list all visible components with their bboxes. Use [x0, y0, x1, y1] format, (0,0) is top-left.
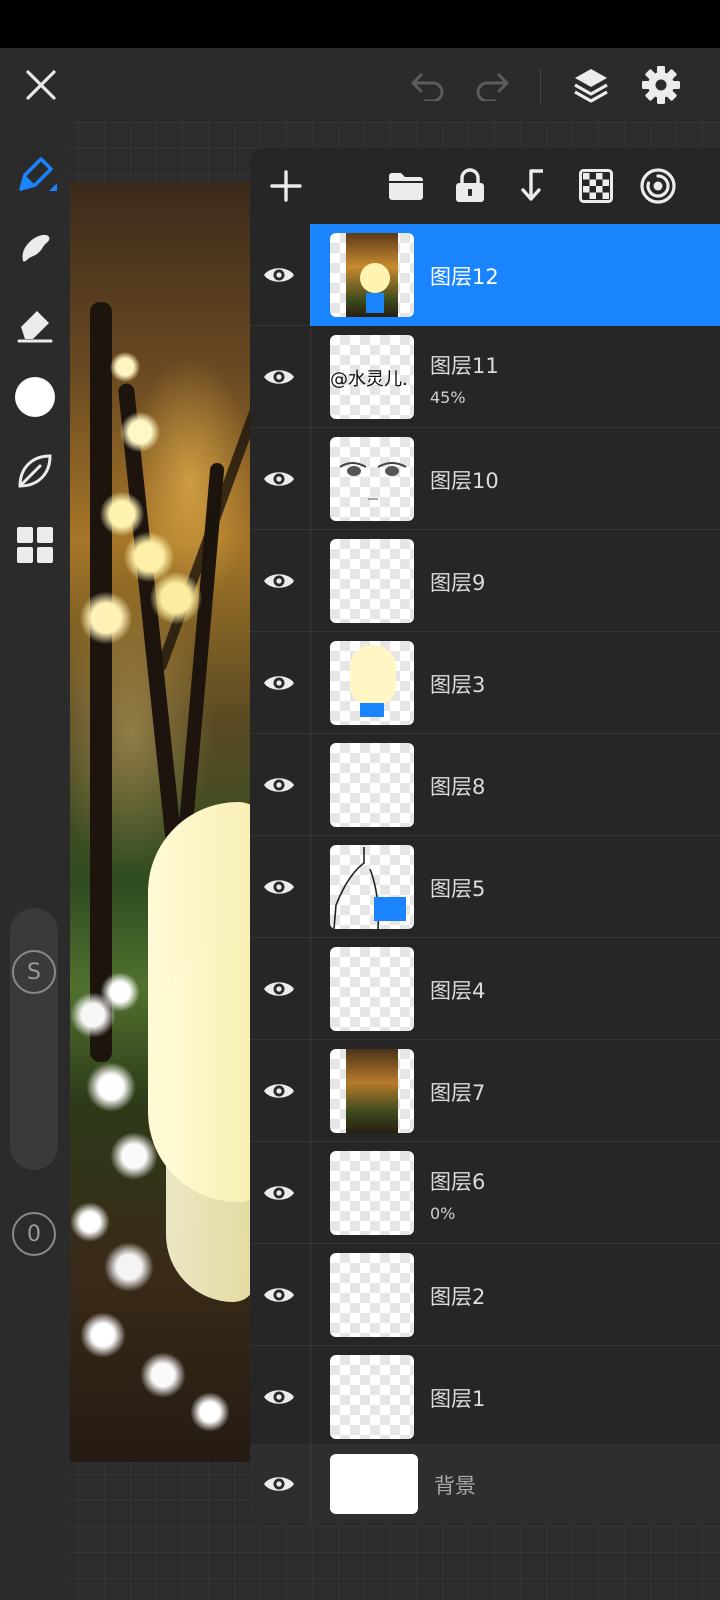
- layer-name: 图层8: [430, 775, 486, 799]
- layer-row[interactable]: 图层4: [250, 938, 720, 1040]
- layer-thumbnail: [330, 743, 414, 827]
- layer-thumbnail: [330, 233, 414, 317]
- eye-icon[interactable]: [258, 1464, 300, 1504]
- layer-row[interactable]: 图层6 0%: [250, 1142, 720, 1244]
- layer-name: 图层4: [430, 979, 486, 1003]
- eye-icon[interactable]: [258, 357, 300, 397]
- row-divider: [310, 1040, 311, 1142]
- eye-icon[interactable]: [258, 1071, 300, 1111]
- row-divider: [310, 1142, 311, 1244]
- layer-opacity: 0%: [430, 1204, 456, 1223]
- layer-name: 图层9: [430, 571, 486, 595]
- eye-icon[interactable]: [258, 1275, 300, 1315]
- merge-down-icon[interactable]: [512, 164, 556, 208]
- layer-thumbnail: [330, 1253, 414, 1337]
- layer-name: 图层10: [430, 469, 499, 493]
- lock-icon[interactable]: [448, 164, 492, 208]
- layer-opacity: 45%: [430, 388, 466, 407]
- row-divider: [310, 1346, 311, 1448]
- layer-thumbnail: [330, 845, 414, 929]
- layer-row[interactable]: 图层5: [250, 836, 720, 938]
- add-layer-icon[interactable]: [264, 164, 308, 208]
- eye-icon[interactable]: [258, 969, 300, 1009]
- background-layer-row[interactable]: 背景: [250, 1444, 720, 1524]
- background-layer-thumbnail: [330, 1454, 418, 1514]
- layer-row[interactable]: 图层12: [250, 224, 720, 326]
- eraser-icon[interactable]: [10, 298, 60, 348]
- eye-icon[interactable]: [258, 1377, 300, 1417]
- undo-icon[interactable]: [406, 64, 450, 108]
- background-layer-name: 背景: [434, 1474, 476, 1498]
- layer-thumbnail: [330, 1355, 414, 1439]
- size-slider-badge: S: [12, 950, 56, 994]
- layer-thumbnail: [330, 947, 414, 1031]
- active-color-swatch: [15, 377, 55, 417]
- layer-row[interactable]: 图层9: [250, 530, 720, 632]
- layer-row[interactable]: 图层2: [250, 1244, 720, 1346]
- eye-icon[interactable]: [258, 255, 300, 295]
- row-divider: [310, 632, 311, 734]
- close-icon[interactable]: [18, 62, 64, 108]
- layer-name: 图层1: [430, 1387, 486, 1411]
- layer-thumbnail: @水灵儿.: [330, 335, 414, 419]
- opacity-slider-badge: 0: [12, 1212, 56, 1256]
- eye-icon[interactable]: [258, 663, 300, 703]
- layer-name: 图层12: [430, 265, 499, 289]
- layer-name: 图层11: [430, 354, 499, 378]
- row-divider: [310, 1244, 311, 1346]
- top-bar: [0, 48, 720, 122]
- layer-row[interactable]: 图层1: [250, 1346, 720, 1448]
- gear-icon[interactable]: [638, 62, 684, 108]
- eye-icon[interactable]: [258, 867, 300, 907]
- layers-panel-toolbar: [250, 148, 720, 224]
- layer-row[interactable]: 图层8: [250, 734, 720, 836]
- layer-name: 图层3: [430, 673, 486, 697]
- target-icon[interactable]: [636, 164, 680, 208]
- eye-icon[interactable]: [258, 765, 300, 805]
- eye-icon[interactable]: [258, 561, 300, 601]
- layer-thumbnail: [330, 539, 414, 623]
- layers-panel: 图层12 @水灵儿. 图层11 45% 图层10 图层9 图层3 图层8 图层5 图层4 图层7 图层…: [250, 148, 720, 1524]
- smudge-icon[interactable]: [10, 222, 60, 272]
- layer-thumbnail: [330, 1049, 414, 1133]
- layer-name: 图层7: [430, 1081, 486, 1105]
- leaf-icon[interactable]: [10, 446, 60, 496]
- eye-icon[interactable]: [258, 459, 300, 499]
- redo-icon[interactable]: [470, 64, 514, 108]
- row-divider: [310, 326, 311, 428]
- status-bar: [0, 0, 720, 48]
- brush-size-slider[interactable]: [10, 908, 58, 1170]
- watermark-text: @水灵儿.: [330, 369, 408, 390]
- layer-name: 图层6: [430, 1170, 486, 1194]
- folder-icon[interactable]: [384, 164, 428, 208]
- artwork-canvas[interactable]: [70, 182, 250, 1462]
- row-divider: [310, 734, 311, 836]
- layers-icon[interactable]: [568, 62, 614, 108]
- layer-thumbnail: [330, 1151, 414, 1235]
- pen-icon[interactable]: [10, 150, 60, 200]
- transparency-icon[interactable]: [574, 164, 618, 208]
- row-divider: [310, 224, 311, 326]
- row-divider: [310, 530, 311, 632]
- toolbar-divider: [540, 68, 541, 104]
- row-divider: [310, 428, 311, 530]
- layer-row[interactable]: 图层3: [250, 632, 720, 734]
- grid-icon[interactable]: [10, 520, 60, 570]
- layer-row[interactable]: 图层10: [250, 428, 720, 530]
- left-toolbar: S 0: [0, 122, 70, 1600]
- row-divider: [310, 938, 311, 1040]
- layer-thumbnail: [330, 437, 414, 521]
- layer-row[interactable]: 图层7: [250, 1040, 720, 1142]
- layer-thumbnail: [330, 641, 414, 725]
- layer-row[interactable]: @水灵儿. 图层11 45%: [250, 326, 720, 428]
- layer-name: 图层5: [430, 877, 486, 901]
- layer-name: 图层2: [430, 1285, 486, 1309]
- color-swatch[interactable]: [10, 372, 60, 422]
- row-divider: [310, 836, 311, 938]
- eye-icon[interactable]: [258, 1173, 300, 1213]
